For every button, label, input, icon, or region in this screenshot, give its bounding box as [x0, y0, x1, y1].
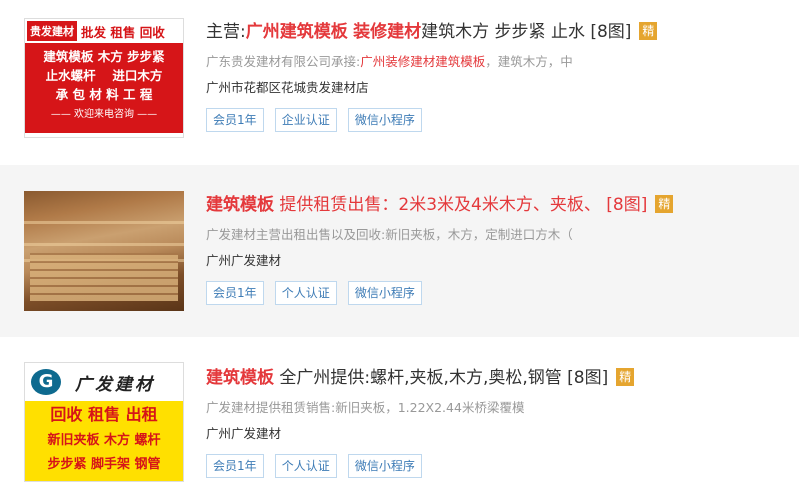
thumbnail-line: 止水螺杆 进口木方 [45, 68, 163, 83]
thumbnail-line: 建筑模板 木方 步步紧 [43, 49, 165, 64]
list-item: G 广发建材 回收 租售 出租 新旧夹板 木方 螺杆 步步紧 脚手架 钢管 建筑… [0, 340, 799, 495]
listing-address: 广州市花都区花城贵发建材店 [206, 80, 369, 95]
tag-verification[interactable]: 企业认证 [274, 108, 337, 132]
tag-wechat-miniprogram[interactable]: 微信小程序 [347, 281, 422, 305]
thumbnail-line: 步步紧 脚手架 钢管 [47, 457, 161, 472]
listing-results: 贵发建材 批发 租售 回收 建筑模板 木方 步步紧 止水螺杆 进口木方 承 包 … [0, 0, 799, 495]
tag-membership[interactable]: 会员1年 [206, 281, 264, 305]
listing-description: 广发建材主营出租出售以及回收:新旧夹板，木方，定制进口方木（ [206, 227, 573, 242]
tag-list: 会员1年 企业认证 微信小程序 [206, 108, 791, 132]
list-item: 建筑模板 提供租赁出售：2米3米及4米木方、夹板、 [8图] 精 广发建材主营出租… [0, 165, 799, 337]
tag-membership[interactable]: 会员1年 [206, 108, 264, 132]
thumbnail-header-text: 批发 租售 回收 [81, 24, 165, 40]
tag-verification[interactable]: 个人认证 [274, 454, 337, 478]
tag-list: 会员1年 个人认证 微信小程序 [206, 281, 791, 305]
listing-thumbnail[interactable]: G 广发建材 回收 租售 出租 新旧夹板 木方 螺杆 步步紧 脚手架 钢管 [24, 362, 184, 482]
listing-address: 广州广发建材 [206, 253, 282, 268]
thumbnail-line: 回收 租售 出租 [50, 405, 158, 424]
listing-address: 广州广发建材 [206, 426, 282, 441]
listing-title-link[interactable]: 建筑模板 提供租赁出售：2米3米及4米木方、夹板、 [8图] 精 [206, 193, 791, 217]
listing-title-link[interactable]: 主营:广州建筑模板 装修建材建筑木方 步步紧 止水 [8图] 精 [206, 20, 791, 44]
list-item: 贵发建材 批发 租售 回收 建筑模板 木方 步步紧 止水螺杆 进口木方 承 包 … [0, 0, 799, 160]
tag-wechat-miniprogram[interactable]: 微信小程序 [347, 108, 422, 132]
featured-badge: 精 [616, 368, 635, 386]
listing-thumbnail[interactable] [24, 191, 184, 311]
thumbnail-footer: —— 欢迎来电咨询 —— [50, 109, 158, 120]
featured-badge: 精 [639, 22, 658, 40]
thumbnail-logo: 贵发建材 [27, 21, 77, 41]
thumbnail-brand: 广发建材 [75, 374, 155, 395]
thumbnail-line: 新旧夹板 木方 螺杆 [47, 433, 161, 448]
listing-description: 广东贵发建材有限公司承接:广州装修建材建筑模板，建筑木方，中 [206, 54, 573, 69]
thumbnail-line: 承 包 材 料 工 程 [55, 87, 153, 102]
brand-logo-icon: G [31, 369, 61, 395]
tag-membership[interactable]: 会员1年 [206, 454, 264, 478]
tag-list: 会员1年 个人认证 微信小程序 [206, 454, 791, 478]
tag-verification[interactable]: 个人认证 [274, 281, 337, 305]
featured-badge: 精 [655, 195, 674, 213]
listing-title-link[interactable]: 建筑模板 全广州提供:螺杆,夹板,木方,奥松,钢管 [8图] 精 [206, 366, 791, 390]
listing-thumbnail[interactable]: 贵发建材 批发 租售 回收 建筑模板 木方 步步紧 止水螺杆 进口木方 承 包 … [24, 18, 184, 138]
tag-wechat-miniprogram[interactable]: 微信小程序 [347, 454, 422, 478]
listing-description: 广发建材提供租赁销售:新旧夹板，1.22X2.44米桥梁覆模 [206, 400, 525, 415]
